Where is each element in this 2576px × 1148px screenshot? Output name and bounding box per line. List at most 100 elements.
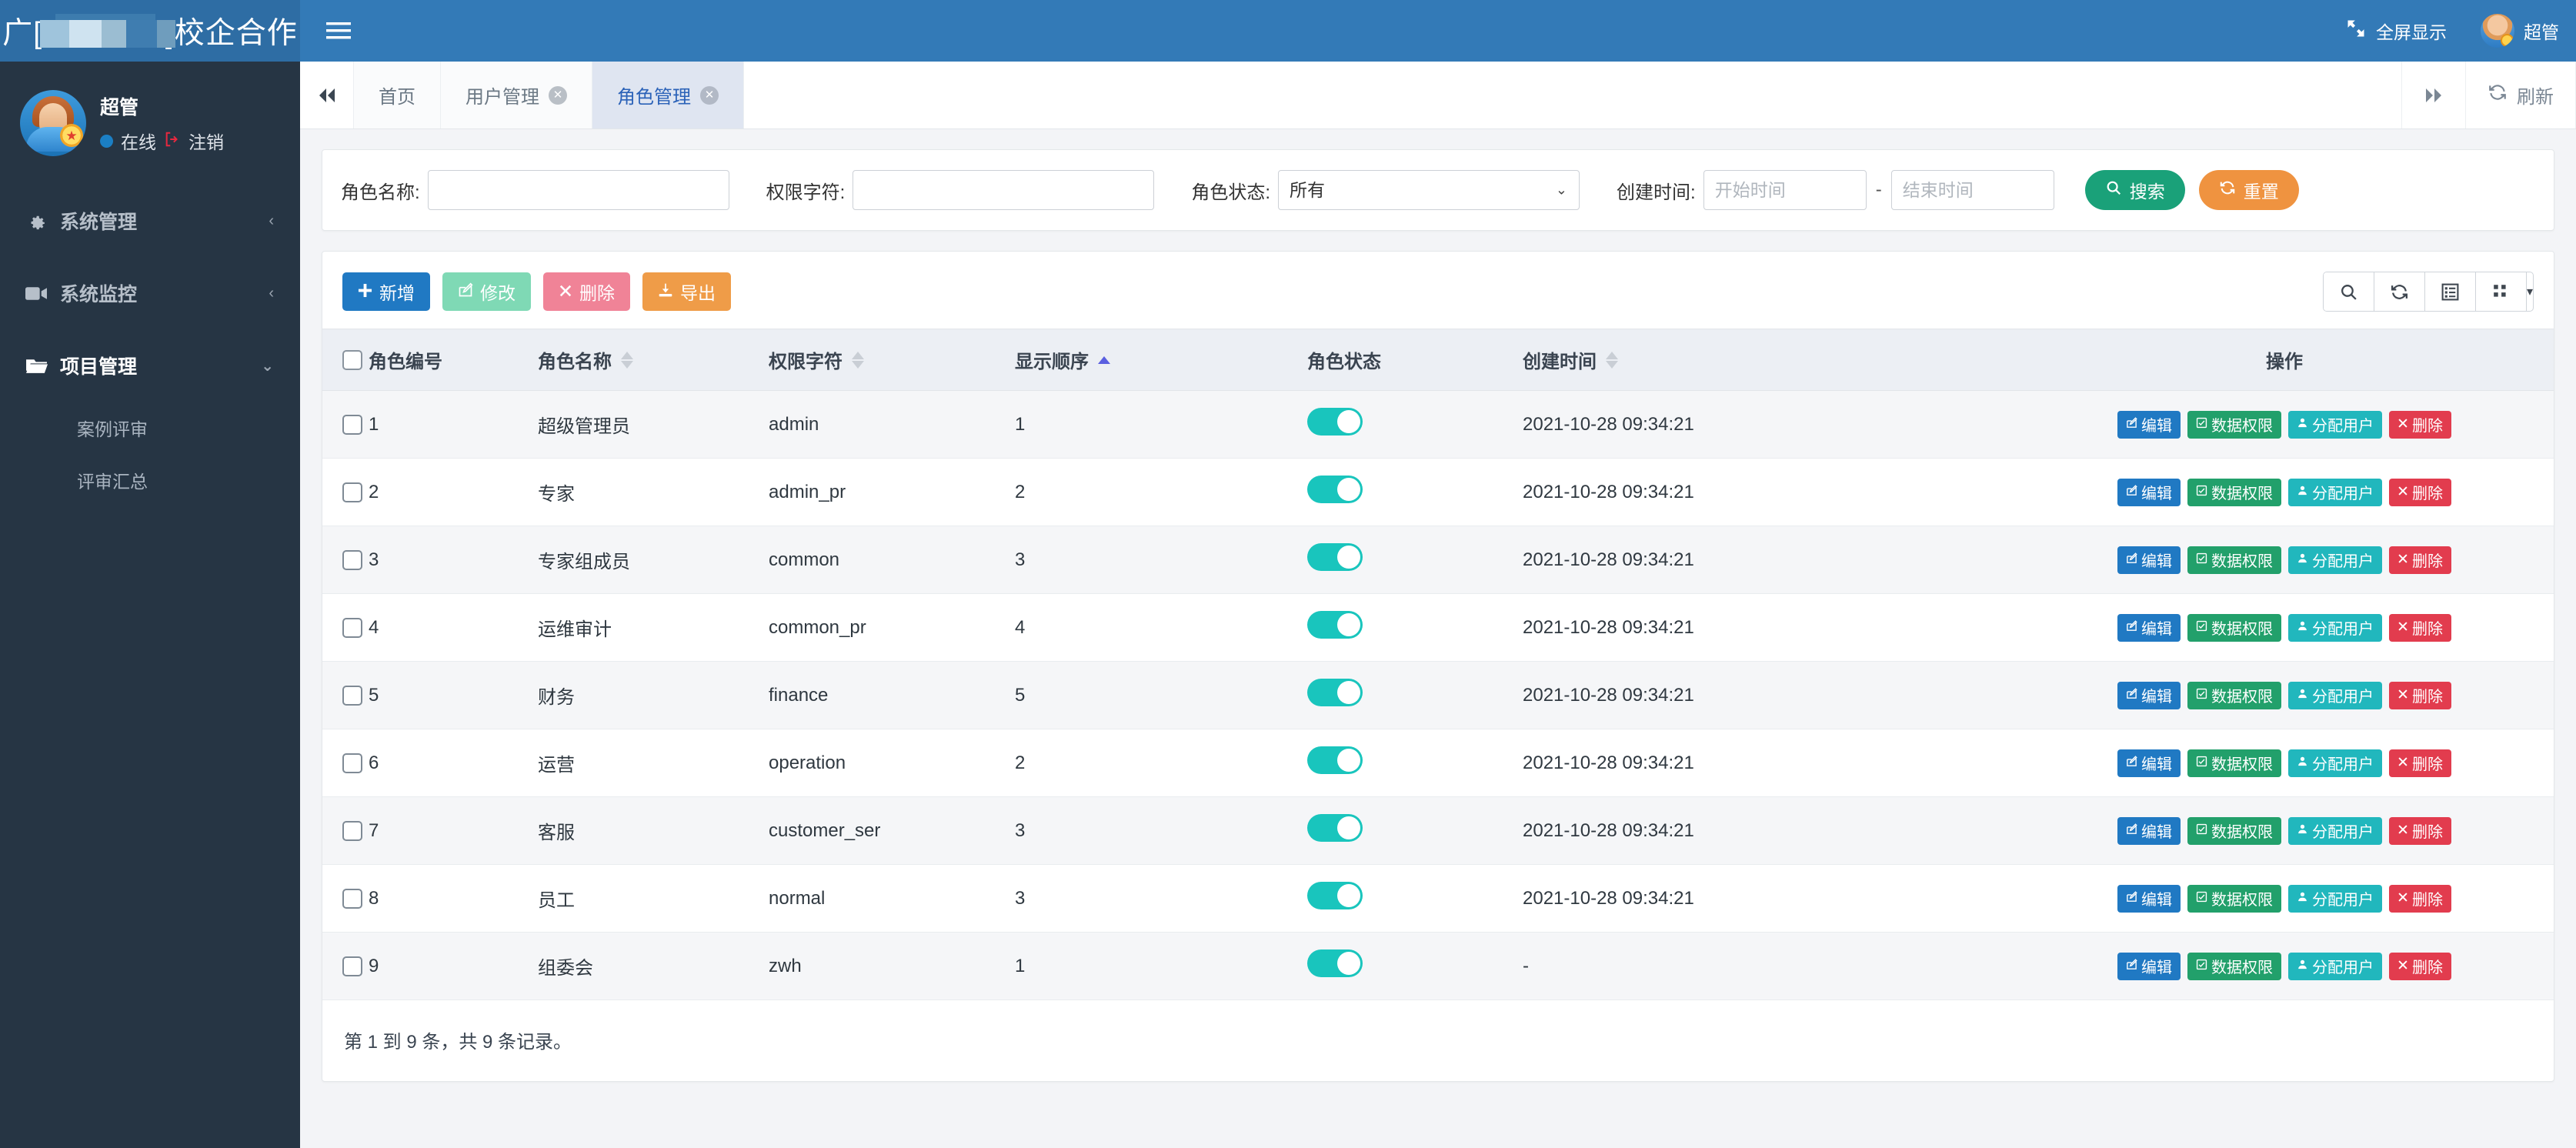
table-row[interactable]: 9 组委会 zwh 1 - 编辑 数据权限 分配用户 删除 xyxy=(322,932,2554,1000)
column-create-time[interactable]: 创建时间 xyxy=(1523,329,2015,391)
hamburger-icon[interactable] xyxy=(300,0,377,62)
export-button[interactable]: 导出 xyxy=(642,272,731,311)
row-checkbox[interactable] xyxy=(342,956,362,977)
sidebar-item-case-review[interactable]: 案例评审 xyxy=(0,402,300,454)
row-data-permission-button[interactable]: 数据权限 xyxy=(2187,681,2281,709)
table-row[interactable]: 5 财务 finance 5 2021-10-28 09:34:21 编辑 数据权限 分配用户… xyxy=(322,661,2554,729)
row-edit-button[interactable]: 编辑 xyxy=(2117,681,2181,709)
row-checkbox[interactable] xyxy=(342,482,362,503)
row-delete-button[interactable]: 删除 xyxy=(2389,478,2451,506)
tab-role-management[interactable]: 角色管理 ✕ xyxy=(592,62,744,128)
row-delete-button[interactable]: 删除 xyxy=(2389,613,2451,642)
column-display-order[interactable]: 显示顺序 xyxy=(1015,329,1307,391)
column-role-name[interactable]: 角色名称 xyxy=(538,329,769,391)
row-checkbox[interactable] xyxy=(342,686,362,706)
refresh-icon[interactable] xyxy=(2374,272,2425,311)
row-delete-button[interactable]: 删除 xyxy=(2389,952,2451,980)
row-data-permission-button[interactable]: 数据权限 xyxy=(2187,478,2281,506)
row-delete-button[interactable]: 删除 xyxy=(2389,749,2451,777)
search-button[interactable]: 搜索 xyxy=(2084,170,2185,210)
row-checkbox[interactable] xyxy=(342,821,362,842)
brand-logo[interactable]: 广[redacted]校企合作 xyxy=(0,0,300,62)
delete-button[interactable]: 删除 xyxy=(543,272,630,311)
tab-user-management[interactable]: 用户管理 ✕ xyxy=(441,62,592,128)
row-edit-button[interactable]: 编辑 xyxy=(2117,478,2181,506)
table-row[interactable]: 3 专家组成员 common 3 2021-10-28 09:34:21 编辑 数据权限 分配… xyxy=(322,526,2554,594)
fullscreen-button[interactable]: 全屏显示 xyxy=(2328,0,2464,62)
row-delete-button[interactable]: 删除 xyxy=(2389,816,2451,845)
row-checkbox[interactable] xyxy=(342,889,362,909)
row-assign-user-button[interactable]: 分配用户 xyxy=(2288,749,2382,777)
row-data-permission-button[interactable]: 数据权限 xyxy=(2187,613,2281,642)
row-assign-user-button[interactable]: 分配用户 xyxy=(2288,613,2382,642)
row-assign-user-button[interactable]: 分配用户 xyxy=(2288,681,2382,709)
row-assign-user-button[interactable]: 分配用户 xyxy=(2288,478,2382,506)
row-edit-button[interactable]: 编辑 xyxy=(2117,613,2181,642)
row-data-permission-button[interactable]: 数据权限 xyxy=(2187,546,2281,574)
sidebar-item-system-monitor[interactable]: 系统监控 ‹ xyxy=(0,257,300,329)
reset-button[interactable]: 重置 xyxy=(2198,170,2299,210)
refresh-button[interactable]: 刷新 xyxy=(2466,62,2576,128)
row-data-permission-button[interactable]: 数据权限 xyxy=(2187,410,2281,439)
status-toggle[interactable] xyxy=(1307,746,1363,774)
grid-columns-icon[interactable] xyxy=(2475,272,2527,311)
row-delete-button[interactable]: 删除 xyxy=(2389,681,2451,709)
list-view-icon[interactable] xyxy=(2424,272,2476,311)
table-row[interactable]: 7 客服 customer_ser 3 2021-10-28 09:34:21 编辑 数据权… xyxy=(322,796,2554,865)
select-all-checkbox[interactable] xyxy=(342,350,362,371)
edit-button[interactable]: 修改 xyxy=(442,272,531,311)
sidebar-logout-label[interactable]: 注销 xyxy=(189,128,224,154)
row-assign-user-button[interactable]: 分配用户 xyxy=(2288,410,2382,439)
table-row[interactable]: 4 运维审计 common_pr 4 2021-10-28 09:34:21 编辑 数据权限… xyxy=(322,593,2554,662)
role-name-input[interactable] xyxy=(427,170,729,210)
table-row[interactable]: 6 运营 operation 2 2021-10-28 09:34:21 编辑 数据权限 分配… xyxy=(322,729,2554,797)
row-assign-user-button[interactable]: 分配用户 xyxy=(2288,952,2382,980)
row-edit-button[interactable]: 编辑 xyxy=(2117,816,2181,845)
row-assign-user-button[interactable]: 分配用户 xyxy=(2288,546,2382,574)
logout-icon[interactable] xyxy=(164,131,181,151)
row-delete-button[interactable]: 删除 xyxy=(2389,546,2451,574)
row-checkbox[interactable] xyxy=(342,550,362,571)
role-status-select[interactable]: 所有正常停用 xyxy=(1278,170,1580,210)
status-toggle[interactable] xyxy=(1307,408,1363,436)
row-edit-button[interactable]: 编辑 xyxy=(2117,546,2181,574)
add-button[interactable]: 新增 xyxy=(342,272,430,311)
status-toggle[interactable] xyxy=(1307,949,1363,977)
search-icon[interactable] xyxy=(2323,272,2374,311)
row-checkbox[interactable] xyxy=(342,753,362,774)
status-toggle[interactable] xyxy=(1307,611,1363,639)
row-edit-button[interactable]: 编辑 xyxy=(2117,410,2181,439)
sidebar-item-project-management[interactable]: 项目管理 ⌄ xyxy=(0,329,300,402)
row-edit-button[interactable]: 编辑 xyxy=(2117,952,2181,980)
row-checkbox[interactable] xyxy=(342,618,362,639)
sort-icon[interactable] xyxy=(852,351,864,369)
end-time-input[interactable] xyxy=(1890,170,2054,210)
sort-icon[interactable] xyxy=(1606,351,1618,369)
table-row[interactable]: 8 员工 normal 3 2021-10-28 09:34:21 编辑 数据权限 分配用户 删… xyxy=(322,864,2554,933)
close-icon[interactable]: ✕ xyxy=(700,85,719,105)
row-delete-button[interactable]: 删除 xyxy=(2389,884,2451,913)
status-toggle[interactable] xyxy=(1307,882,1363,909)
status-toggle[interactable] xyxy=(1307,476,1363,503)
row-edit-button[interactable]: 编辑 xyxy=(2117,884,2181,913)
status-toggle[interactable] xyxy=(1307,543,1363,571)
row-checkbox[interactable] xyxy=(342,415,362,436)
close-icon[interactable]: ✕ xyxy=(549,85,567,105)
double-chevron-right-icon[interactable] xyxy=(2402,62,2466,128)
row-data-permission-button[interactable]: 数据权限 xyxy=(2187,952,2281,980)
row-data-permission-button[interactable]: 数据权限 xyxy=(2187,816,2281,845)
user-menu[interactable]: 超管 xyxy=(2464,0,2576,62)
sort-icon[interactable] xyxy=(621,351,633,369)
table-row[interactable]: 2 专家 admin_pr 2 2021-10-28 09:34:21 编辑 数据权限 分配用… xyxy=(322,458,2554,526)
start-time-input[interactable] xyxy=(1703,170,1867,210)
row-edit-button[interactable]: 编辑 xyxy=(2117,749,2181,777)
row-data-permission-button[interactable]: 数据权限 xyxy=(2187,884,2281,913)
status-toggle[interactable] xyxy=(1307,679,1363,706)
row-assign-user-button[interactable]: 分配用户 xyxy=(2288,884,2382,913)
row-assign-user-button[interactable]: 分配用户 xyxy=(2288,816,2382,845)
status-toggle[interactable] xyxy=(1307,814,1363,842)
sidebar-item-system-management[interactable]: 系统管理 ‹ xyxy=(0,185,300,257)
double-chevron-left-icon[interactable] xyxy=(300,62,354,128)
sort-icon-asc[interactable] xyxy=(1098,355,1110,364)
perm-char-input[interactable] xyxy=(853,170,1155,210)
